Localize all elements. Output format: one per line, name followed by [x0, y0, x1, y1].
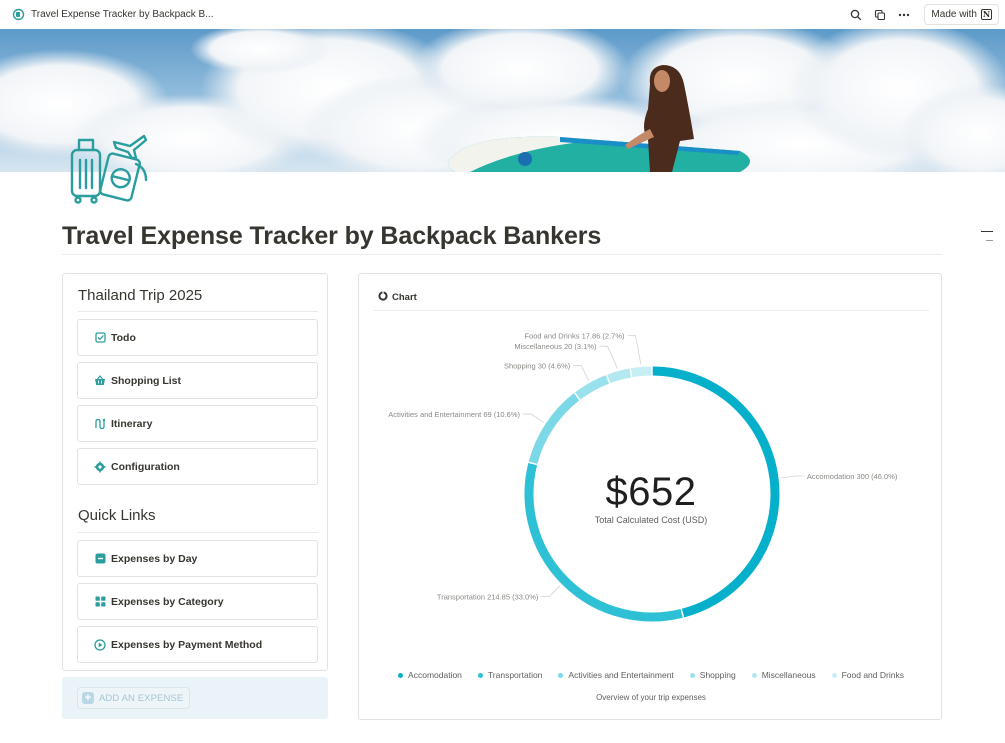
legend-label-food-and-drinks: Food and Drinks	[841, 670, 904, 680]
slice-label-food-and-drinks: Food and Drinks 17.86 (2.7%)	[524, 332, 625, 341]
add-expense-inner[interactable]: + ADD AN EXPENSE	[77, 687, 191, 709]
quick-links-divider	[78, 532, 318, 533]
top-bar: Travel Expense Tracker by Backpack B... …	[0, 0, 1005, 29]
todo-label: Todo	[111, 331, 136, 344]
expenses-by-day-button[interactable]: Expenses by Day	[77, 540, 318, 577]
notion-logo-icon: N	[981, 9, 992, 20]
add-expense-label: ADD AN EXPENSE	[99, 692, 184, 704]
play-circle-icon	[94, 638, 106, 651]
configuration-label: Configuration	[111, 460, 180, 473]
legend-label-accomodation: Accomodation	[408, 670, 462, 680]
legend-item-shopping[interactable]: Shopping	[689, 670, 736, 680]
slice-leader-line-food-and-drinks	[627, 335, 642, 365]
legend-swatch-shopping	[689, 672, 695, 678]
legend-swatch-food-and-drinks	[831, 672, 837, 678]
donut-slice-shopping[interactable]	[575, 375, 610, 400]
expenses-by-category-button[interactable]: Expenses by Category	[77, 583, 318, 620]
shopping-list-button[interactable]: Shopping List	[77, 362, 318, 399]
navigation-panel: Thailand Trip 2025 Todo Shopping List It…	[62, 273, 328, 671]
legend-label-shopping: Shopping	[699, 670, 736, 680]
legend-item-activities-and-entertainment[interactable]: Activities and Entertainment	[558, 670, 674, 680]
route-icon	[94, 418, 106, 430]
slice-leader-line-miscellaneous	[599, 345, 618, 369]
slice-label-transportation: Transportation 214.85 (33.0%)	[437, 592, 539, 601]
checkbox-icon	[94, 332, 106, 344]
legend-label-transportation: Transportation	[487, 670, 543, 680]
itinerary-label: Itinerary	[111, 417, 153, 430]
cover-image	[0, 29, 1005, 172]
trip-section-divider	[78, 311, 318, 312]
donut-slice-food-and-drinks[interactable]	[630, 366, 652, 378]
legend-label-miscellaneous: Miscellaneous	[761, 670, 816, 680]
made-with-button[interactable]: Made with N	[924, 4, 999, 25]
title-divider	[62, 254, 942, 255]
chart-panel: Chart Accomodation 300 (46.0%) Transporta…	[358, 273, 942, 720]
slice-leader-line-activities-and-entertainment	[523, 413, 544, 423]
quick-links-title: Quick Links	[78, 507, 156, 524]
legend-item-food-and-drinks[interactable]: Food and Drinks	[831, 670, 904, 680]
page-title: Travel Expense Tracker by Backpack Banke…	[62, 222, 602, 250]
itinerary-button[interactable]: Itinerary	[77, 405, 318, 442]
plus-icon: +	[82, 692, 94, 704]
donut-slice-activities-and-entertainment[interactable]	[528, 393, 580, 464]
slice-label-activities-and-entertainment: Activities and Entertainment 69 (10.6%)	[388, 410, 520, 419]
slice-leader-line-transportation	[541, 585, 561, 597]
legend-swatch-miscellaneous	[751, 672, 757, 678]
expenses-by-category-label: Expenses by Category	[111, 595, 224, 608]
legend-swatch-transportation	[477, 672, 483, 678]
topbar-actions: Made with N	[846, 4, 999, 25]
slice-leader-line-shopping	[573, 365, 589, 381]
expenses-by-payment-method-label: Expenses by Payment Method	[111, 638, 263, 651]
expenses-by-day-label: Expenses by Day	[111, 552, 198, 565]
legend-label-activities-and-entertainment: Activities and Entertainment	[568, 670, 674, 680]
legend-swatch-accomodation	[398, 672, 404, 678]
search-icon[interactable]	[846, 5, 866, 25]
trip-section-title: Thailand Trip 2025	[78, 287, 203, 304]
chart-legend: Accomodation Transportation Activities and…	[359, 670, 943, 680]
grid-icon	[94, 596, 106, 608]
slice-label-shopping: Shopping 30 (4.6%)	[504, 361, 571, 370]
add-expense-button[interactable]: + ADD AN EXPENSE	[62, 677, 328, 719]
gear-icon	[94, 461, 106, 473]
page-favicon-icon	[12, 8, 25, 21]
slice-label-miscellaneous: Miscellaneous 20 (3.1%)	[514, 342, 597, 351]
donut-slice-miscellaneous[interactable]	[607, 368, 632, 384]
configuration-button[interactable]: Configuration	[77, 448, 318, 485]
chart-caption: Overview of your trip expenses	[596, 693, 706, 702]
window-title: Travel Expense Tracker by Backpack B...	[31, 9, 214, 20]
duplicate-icon[interactable]	[870, 5, 890, 25]
legend-item-miscellaneous[interactable]: Miscellaneous	[751, 670, 816, 680]
todo-button[interactable]: Todo	[77, 319, 318, 356]
table-of-contents-indicator[interactable]	[981, 231, 993, 249]
minus-square-icon	[94, 553, 106, 565]
total-cost-value: $652	[605, 470, 697, 514]
expenses-by-payment-method-button[interactable]: Expenses by Payment Method	[77, 626, 318, 663]
made-with-label: Made with	[931, 9, 977, 20]
legend-item-accomodation[interactable]: Accomodation	[398, 670, 462, 680]
shopping-list-label: Shopping List	[111, 374, 181, 387]
total-cost-label: Total Calculated Cost (USD)	[594, 515, 708, 525]
basket-icon	[94, 375, 106, 387]
legend-swatch-activities-and-entertainment	[558, 672, 564, 678]
more-options-icon[interactable]	[894, 5, 914, 25]
legend-item-transportation[interactable]: Transportation	[477, 670, 543, 680]
luggage-passport-icon	[66, 124, 150, 208]
